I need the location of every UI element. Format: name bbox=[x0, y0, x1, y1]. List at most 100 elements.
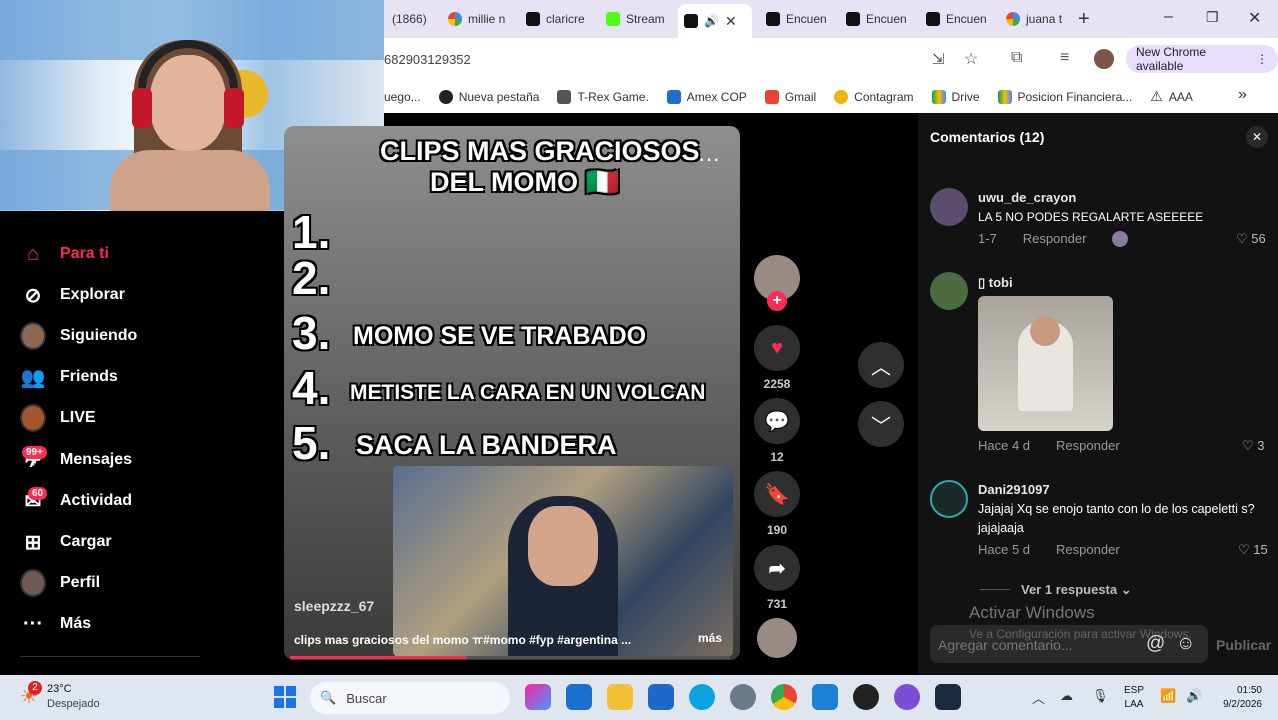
close-tab-icon[interactable]: ✕ bbox=[725, 13, 737, 30]
bookmark-item[interactable]: Drive bbox=[931, 89, 980, 104]
emoji-icon[interactable]: ☺ bbox=[1176, 633, 1195, 655]
file-explorer-icon[interactable] bbox=[607, 684, 633, 710]
nav-siguiendo[interactable]: Siguiendo bbox=[20, 322, 137, 350]
maximize-button[interactable]: ❐ bbox=[1206, 9, 1219, 26]
comment-input-placeholder[interactable]: Agregar comentario... bbox=[938, 637, 1073, 653]
edge-icon[interactable] bbox=[689, 684, 715, 710]
discord-icon[interactable] bbox=[894, 684, 920, 710]
tab-google-2[interactable]: juana t bbox=[1000, 6, 1068, 32]
comment-username[interactable]: ▯ tobi bbox=[978, 275, 1013, 291]
copilot-icon[interactable] bbox=[525, 684, 551, 710]
bookmark-item[interactable]: T-Rex Game. bbox=[557, 89, 649, 104]
close-comments-button[interactable]: ✕ bbox=[1246, 126, 1268, 148]
follow-plus-icon[interactable]: + bbox=[767, 291, 787, 311]
mention-icon[interactable]: @ bbox=[1146, 633, 1165, 655]
new-chrome-button[interactable]: New Chrome available ⋮ bbox=[1126, 45, 1278, 73]
settings-icon[interactable] bbox=[730, 684, 756, 710]
streamer-torso bbox=[110, 150, 270, 211]
comment-like-button[interactable]: ♡ 15 bbox=[1238, 542, 1268, 558]
nav-perfil[interactable]: Perfil bbox=[20, 569, 100, 597]
reply-button[interactable]: Responder bbox=[1056, 542, 1120, 557]
save-button[interactable]: 🔖 190 bbox=[754, 471, 800, 537]
taskbar-search[interactable]: 🔍 Buscar bbox=[310, 682, 510, 714]
comment-like-button[interactable]: ♡ 56 bbox=[1236, 231, 1266, 247]
steam-icon[interactable] bbox=[935, 684, 961, 710]
video-author[interactable]: sleepzzz_67 bbox=[294, 598, 374, 614]
comment-avatar[interactable] bbox=[930, 272, 968, 310]
reply-button[interactable]: Responder bbox=[1023, 231, 1087, 247]
caption-more-link[interactable]: más bbox=[698, 631, 722, 645]
mic-icon[interactable]: 🎙 bbox=[1092, 688, 1109, 704]
bookmark-item[interactable]: uego... bbox=[384, 90, 421, 104]
more-options-button[interactable]: ··· bbox=[698, 146, 720, 172]
install-app-icon[interactable]: ⇲ bbox=[932, 50, 945, 68]
url-field[interactable]: 682903129352 bbox=[384, 52, 471, 67]
tab-kick[interactable]: Stream bbox=[600, 6, 676, 32]
extensions-icon[interactable]: ⧉ bbox=[1011, 49, 1022, 67]
bookmark-label: Posicion Financiera... bbox=[1017, 89, 1133, 104]
comment-avatar[interactable] bbox=[930, 480, 968, 518]
like-button[interactable]: ♥ 2258 bbox=[754, 325, 800, 391]
publish-button[interactable]: Publicar bbox=[1216, 637, 1271, 653]
outlook-icon[interactable] bbox=[566, 684, 592, 710]
nav-explorar[interactable]: ⊘ Explorar bbox=[20, 282, 125, 308]
wifi-icon[interactable]: 📶 bbox=[1160, 688, 1176, 704]
volume-icon[interactable]: 🔊 bbox=[1186, 688, 1202, 704]
nav-mas[interactable]: ··· Más bbox=[20, 611, 91, 637]
bookmark-item[interactable]: Contagram bbox=[834, 89, 914, 104]
close-window-button[interactable]: ✕ bbox=[1248, 8, 1261, 28]
new-tab-button[interactable]: + bbox=[1078, 8, 1090, 31]
tab-tiktok-3[interactable]: Encuen bbox=[840, 6, 916, 32]
clock[interactable]: 01:50 9/2/2026 bbox=[1214, 684, 1262, 712]
tab-tiktok-2[interactable]: Encuen bbox=[760, 6, 836, 32]
tab-tiktok-4[interactable]: Encuen bbox=[920, 6, 996, 32]
tray-chevron-icon[interactable]: ︿ bbox=[1032, 688, 1045, 707]
comment-username[interactable]: uwu_de_crayon bbox=[978, 190, 1076, 205]
chevron-down-icon: ﹀ bbox=[871, 415, 891, 438]
previous-video-button[interactable]: ︿ bbox=[858, 342, 904, 388]
media-control-icon[interactable]: ≡ bbox=[1060, 49, 1069, 67]
comment-button[interactable]: 💬 12 bbox=[754, 398, 800, 464]
start-button[interactable] bbox=[274, 686, 296, 708]
next-video-button[interactable]: ﹀ bbox=[858, 401, 904, 447]
chrome-icon[interactable] bbox=[771, 684, 797, 710]
app-icon[interactable] bbox=[812, 684, 838, 710]
bookmarks-more-button[interactable]: » bbox=[1238, 86, 1247, 104]
comment-username[interactable]: Dani291097 bbox=[978, 482, 1050, 497]
obs-icon[interactable] bbox=[853, 684, 879, 710]
kebab-menu-icon[interactable]: ⋮ bbox=[1256, 52, 1268, 66]
profile-avatar-icon bbox=[20, 569, 46, 597]
creator-avatar-button[interactable]: + bbox=[754, 255, 800, 311]
store-icon[interactable] bbox=[648, 684, 674, 710]
speaker-icon[interactable]: 🔊 bbox=[704, 14, 719, 28]
nav-cargar[interactable]: ⊞ Cargar bbox=[20, 529, 112, 555]
tab-tiktok-active[interactable]: 🔊 ✕ bbox=[678, 4, 752, 38]
tab-google-1[interactable]: millie n bbox=[442, 6, 516, 32]
bookmark-item[interactable]: Gmail bbox=[764, 89, 816, 104]
tab-youtube[interactable]: (1866) bbox=[386, 6, 436, 32]
bookmark-item[interactable]: ⚠ AAA bbox=[1150, 88, 1193, 105]
comment-image[interactable] bbox=[978, 296, 1113, 431]
reply-button[interactable]: Responder bbox=[1056, 438, 1120, 453]
bookmark-item[interactable]: Amex COP bbox=[666, 89, 747, 104]
bookmark-star-icon[interactable]: ☆ bbox=[964, 49, 978, 69]
share-button[interactable]: ➦ 731 bbox=[754, 545, 800, 611]
nav-friends[interactable]: 👥 Friends bbox=[20, 364, 118, 390]
gmail-icon bbox=[764, 89, 779, 104]
minimize-button[interactable]: – bbox=[1164, 8, 1173, 26]
language-indicator[interactable]: ESP LAA bbox=[1124, 684, 1144, 712]
nav-live[interactable]: LIVE bbox=[20, 404, 96, 432]
onedrive-icon[interactable]: ☁ bbox=[1060, 688, 1073, 704]
bookmark-item[interactable]: Posicion Financiera... bbox=[997, 89, 1133, 104]
tab-tiktok-1[interactable]: claricre bbox=[520, 6, 596, 32]
drive-icon bbox=[931, 89, 946, 104]
profile-avatar[interactable] bbox=[1094, 49, 1114, 69]
more-icon: ··· bbox=[23, 612, 43, 635]
comment-like-button[interactable]: ♡ 3 bbox=[1242, 438, 1265, 454]
comment-like-count: 56 bbox=[1251, 231, 1266, 246]
view-replies-button[interactable]: Ver 1 respuesta ⌄ bbox=[1021, 582, 1132, 598]
comment-avatar[interactable] bbox=[930, 188, 968, 226]
bookmark-item[interactable]: Nueva pestaña bbox=[438, 89, 539, 104]
sound-avatar-button[interactable] bbox=[754, 618, 800, 658]
nav-para-ti[interactable]: ⌂ Para ti bbox=[20, 241, 109, 267]
